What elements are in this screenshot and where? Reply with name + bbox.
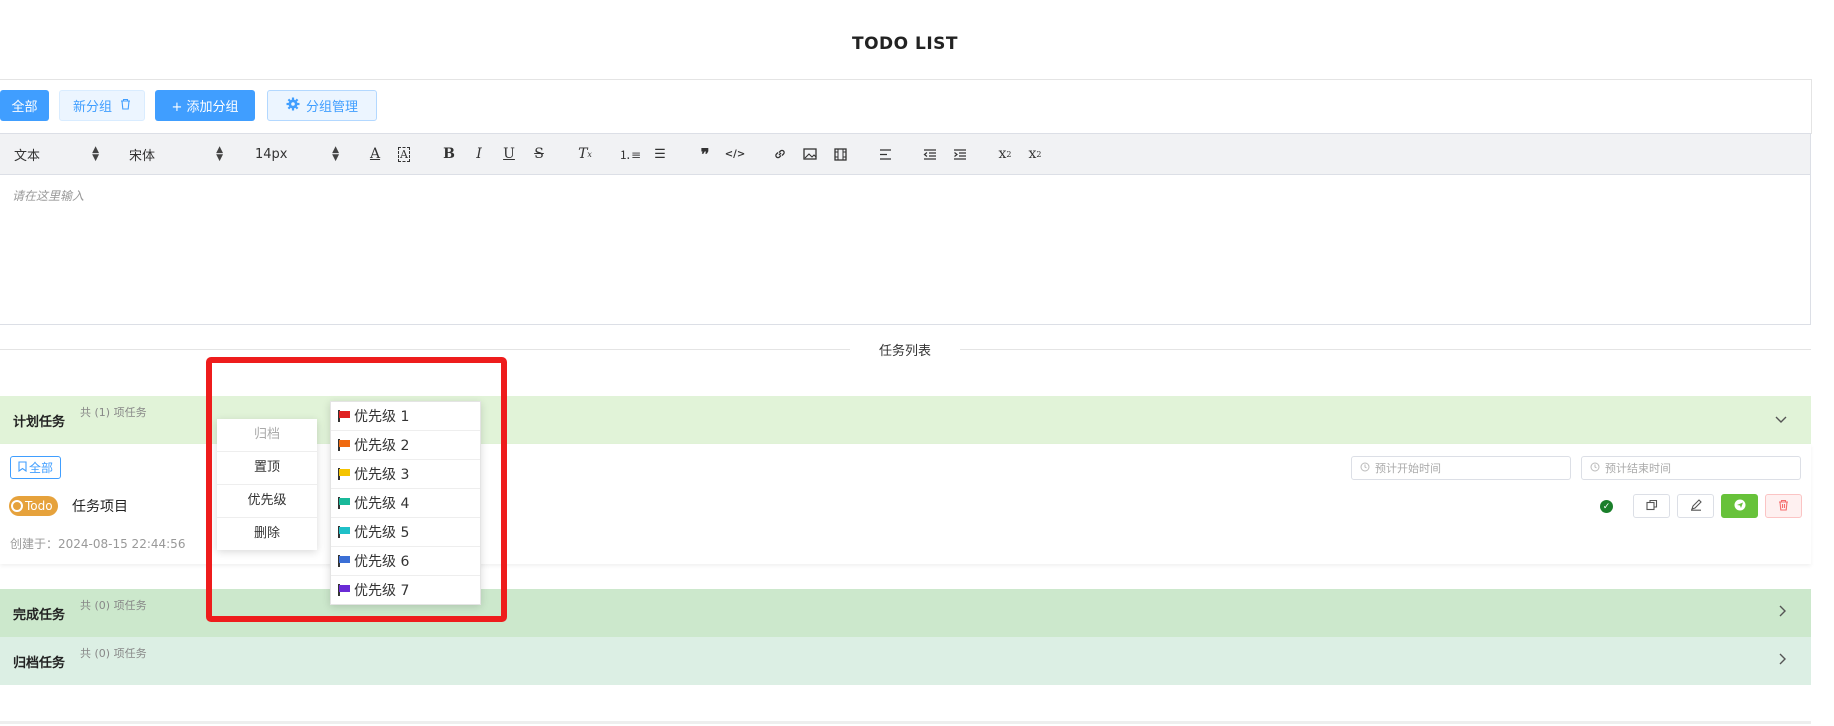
font-family-value: 宋体 (129, 148, 156, 164)
select-arrows-icon: ▲ ▼ (216, 145, 223, 163)
ordered-list-icon[interactable]: ⒈≡ (619, 134, 641, 174)
chevron-right-icon[interactable] (1779, 605, 1787, 621)
rich-text-editor[interactable]: 请在这里输入 (0, 175, 1811, 325)
font-size-value: 14px (255, 146, 288, 162)
italic-icon[interactable]: I (468, 134, 490, 174)
filter-tag-label: 全部 (29, 461, 54, 475)
trash-icon[interactable] (120, 98, 131, 114)
status-ring-icon (11, 500, 23, 512)
group-new-label: 新分组 (72, 100, 112, 115)
group-manage-label: 分组管理 (305, 100, 358, 115)
chevron-right-icon[interactable] (1779, 653, 1787, 669)
background-color-icon[interactable]: A (393, 134, 415, 174)
chevron-down-icon[interactable] (1775, 412, 1787, 428)
task-item-name[interactable]: 任务项目 (72, 496, 128, 516)
bookmark-icon (18, 460, 27, 475)
divider-line-right (920, 349, 1811, 350)
align-left-icon[interactable] (874, 134, 896, 174)
subscript-icon[interactable]: x2 (994, 134, 1016, 174)
image-icon[interactable] (799, 134, 821, 174)
end-time-input[interactable]: 预计结束时间 (1581, 456, 1801, 480)
editor-toolbar: 文本 ▲ ▼ 宋体 ▲ ▼ 14px ▲ ▼ A A B I U S Tx ⒈≡ ☰ … (0, 133, 1811, 175)
outdent-icon[interactable] (919, 134, 941, 174)
start-time-input[interactable]: 预计开始时间 (1351, 456, 1571, 480)
superscript-icon[interactable]: x2 (1024, 134, 1046, 174)
copy-icon (1645, 499, 1658, 514)
send-icon (1734, 499, 1746, 514)
bold-icon[interactable]: B (438, 134, 460, 174)
group-manage-button[interactable]: 分组管理 (267, 90, 377, 121)
archive-send-button[interactable] (1721, 494, 1758, 518)
font-size-select[interactable]: 14px ▲ ▼ (255, 134, 339, 174)
code-icon[interactable]: </> (724, 134, 746, 174)
copy-button[interactable] (1633, 494, 1670, 518)
start-time-placeholder: 预计开始时间 (1375, 462, 1441, 475)
link-icon[interactable] (769, 134, 791, 174)
select-arrows-icon: ▲ ▼ (332, 145, 339, 163)
strikethrough-icon[interactable]: S (528, 134, 550, 174)
section-plan-title: 计划任务 (13, 414, 66, 430)
clear-format-icon[interactable]: Tx (574, 134, 596, 174)
page-bottom-border (0, 721, 1811, 724)
video-icon[interactable] (829, 134, 851, 174)
section-archive-header[interactable]: 归档任务 共 (0) 项任务 (0, 637, 1811, 685)
delete-task-button[interactable] (1765, 494, 1802, 518)
font-color-icon[interactable]: A (364, 134, 386, 174)
complete-check-icon[interactable]: ✓ (1600, 500, 1613, 513)
underline-icon[interactable]: U (498, 134, 520, 174)
blockquote-icon[interactable]: ❞ (694, 134, 716, 174)
divider-line-left (0, 349, 855, 350)
section-done-title: 完成任务 (13, 607, 66, 623)
group-all-button[interactable]: 全部 (0, 90, 49, 121)
end-time-placeholder: 预计结束时间 (1605, 462, 1671, 475)
font-family-select[interactable]: 宋体 ▲ ▼ (129, 134, 223, 174)
edit-button[interactable] (1677, 494, 1714, 518)
section-done-count: 共 (0) 项任务 (80, 599, 147, 612)
editor-placeholder: 请在这里输入 (12, 189, 85, 203)
todo-badge-label: Todo (25, 499, 53, 513)
block-type-value: 文本 (14, 148, 41, 164)
gear-icon (286, 97, 300, 115)
add-group-button[interactable]: + 添加分组 (155, 90, 255, 121)
section-archive-count: 共 (0) 项任务 (80, 647, 147, 660)
delete-icon (1778, 499, 1789, 514)
task-created-time: 创建于：2024-08-15 22:44:56 (10, 537, 186, 551)
section-plan-count: 共 (1) 项任务 (80, 406, 147, 419)
task-list-divider-label: 任务列表 (850, 340, 960, 359)
todo-status-badge: Todo (9, 496, 58, 516)
block-type-select[interactable]: 文本 ▲ ▼ (14, 134, 99, 174)
section-archive-title: 归档任务 (13, 655, 66, 671)
filter-tag-all[interactable]: 全部 (10, 456, 62, 479)
bullet-list-icon[interactable]: ☰ (649, 134, 671, 174)
group-new-tab[interactable]: 新分组 (59, 90, 145, 121)
clock-icon (1590, 462, 1600, 475)
edit-icon (1690, 498, 1702, 514)
select-arrows-icon: ▲ ▼ (92, 145, 99, 163)
clock-icon (1360, 462, 1370, 475)
highlight-annotation-box (206, 357, 507, 622)
indent-icon[interactable] (949, 134, 971, 174)
page-title: TODO LIST (851, 34, 959, 54)
